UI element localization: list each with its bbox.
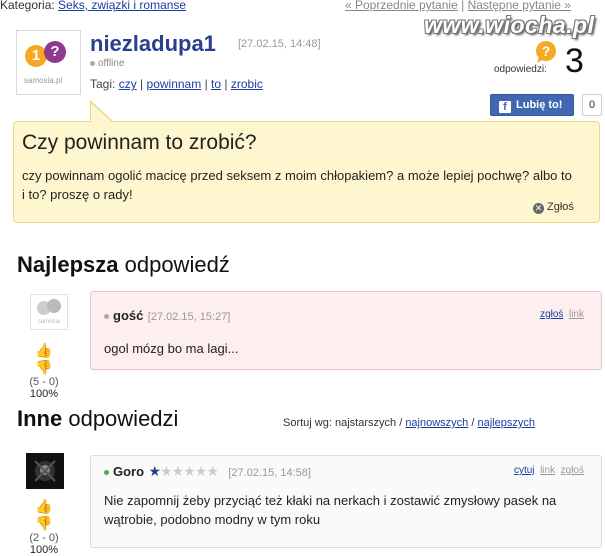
sort-newest-link[interactable]: najnowszych xyxy=(405,417,468,429)
sort-best-link[interactable]: najlepszych xyxy=(477,417,534,429)
answer-author-name: Goro xyxy=(113,464,145,479)
question-date: [27.02.15, 14:48] xyxy=(238,38,321,50)
other-heading-bold: Inne xyxy=(17,406,63,431)
sort-oldest: najstarszych xyxy=(334,417,397,429)
category-link[interactable]: Seks, związki i romanse xyxy=(58,0,186,12)
answer-links: cytuj link zgłoś xyxy=(514,465,584,476)
category-breadcrumb: Kategoria: Seks, związki i romanse xyxy=(0,0,186,12)
tags-label: Tagi: xyxy=(90,77,116,91)
star-empty-icon: ★ xyxy=(160,463,173,479)
sort-separator: / xyxy=(399,417,403,429)
vote-buttons: 👍👎 xyxy=(21,498,67,532)
best-answer-text: ogol mózg bo ma lagi... xyxy=(104,341,239,356)
status-dot-icon xyxy=(104,470,109,476)
report-label: Zgłoś xyxy=(547,201,574,213)
sort-controls: Sortuj wg: najstarszych / najnowszych / … xyxy=(283,417,535,429)
question-author[interactable]: niezladupa1 xyxy=(90,31,216,57)
other-answer-text: Nie zapomnij żeby przyciąć też kłaki na … xyxy=(104,493,557,527)
nav-separator: | xyxy=(461,0,465,12)
sort-label: Sortuj wg: xyxy=(283,417,332,429)
answer-date: [27.02.15, 15:27] xyxy=(147,311,231,323)
best-answer-votes: 👍👎 (5 - 0) 100% xyxy=(21,342,67,400)
answer-author[interactable]: gość xyxy=(104,308,143,323)
star-empty-icon: ★ xyxy=(183,463,196,479)
star-filled-icon: ★ xyxy=(148,463,162,479)
best-answer-header: gość [27.02.15, 15:27] zgłoś link xyxy=(104,307,584,325)
tag-separator: | xyxy=(224,77,228,91)
tag-link[interactable]: to xyxy=(211,77,221,91)
star-empty-icon: ★ xyxy=(206,463,219,479)
facebook-like-count: 0 xyxy=(582,94,602,116)
thumb-down-icon[interactable]: 👎 xyxy=(35,515,52,532)
goro-avatar[interactable] xyxy=(26,453,64,489)
vote-buttons: 👍👎 xyxy=(21,342,67,376)
tag-separator: | xyxy=(140,77,144,91)
answer-author-name: gość xyxy=(113,308,144,323)
thumb-up-icon[interactable]: 👍 xyxy=(35,342,52,359)
vote-score: (2 - 0) xyxy=(29,532,59,544)
status-dot-icon xyxy=(90,60,95,66)
thumb-down-icon[interactable]: 👎 xyxy=(35,359,52,376)
other-answer-header: Goro ★★★★★★ [27.02.15, 14:58] cytuj link… xyxy=(104,463,584,481)
question-body: czy powinnam ogolić macicę przed seksem … xyxy=(22,168,572,202)
other-heading-rest: odpowiedzi xyxy=(62,406,179,431)
other-answers-heading: Inne odpowiedzi xyxy=(17,406,178,432)
best-heading-rest: odpowiedź xyxy=(118,252,230,277)
svg-text:samosia: samosia xyxy=(38,319,61,325)
star-empty-icon: ★ xyxy=(171,463,185,479)
answers-icon: ? xyxy=(536,41,556,63)
thumb-up-icon[interactable]: 👍 xyxy=(35,498,52,515)
samosia-logo-icon: samosia xyxy=(37,299,61,325)
close-circle-icon: ✕ xyxy=(533,203,544,214)
question-nav: « Poprzednie pytanie | Następne pytanie … xyxy=(345,0,571,12)
quote-answer-link[interactable]: cytuj xyxy=(514,465,535,476)
tag-separator: | xyxy=(204,77,208,91)
star-empty-icon: ★ xyxy=(194,463,208,479)
other-answer-votes: 👍👎 (2 - 0) 100% xyxy=(21,498,67,556)
answer-links: zgłoś link xyxy=(540,309,584,320)
answers-count-label: odpowiedzi: xyxy=(494,64,547,75)
user-rating-stars: ★★★★★★ xyxy=(148,463,219,479)
tag-link[interactable]: zrobic xyxy=(231,77,263,91)
author-status: offline xyxy=(90,58,125,69)
svg-text:?: ? xyxy=(542,43,551,59)
answer-permalink[interactable]: link xyxy=(540,465,555,476)
best-heading-bold: Najlepsza xyxy=(17,252,119,277)
answer-date: [27.02.15, 14:58] xyxy=(228,467,311,479)
facebook-like-label: Lubię to! xyxy=(516,99,563,111)
vote-percent: 100% xyxy=(29,544,59,556)
tags-row: Tagi: czy | powinnam | to | zrobic xyxy=(90,77,263,91)
vote-score: (5 - 0) xyxy=(29,376,59,388)
facebook-icon: f xyxy=(499,101,511,113)
category-label: Kategoria: xyxy=(0,0,55,12)
report-answer-link[interactable]: zgłoś xyxy=(540,309,563,320)
creature-avatar-icon xyxy=(34,460,56,482)
status-dot-icon xyxy=(104,314,109,320)
sort-separator: / xyxy=(471,417,475,429)
tag-link[interactable]: czy xyxy=(119,77,137,91)
question-bubble-tail-inner xyxy=(91,103,112,122)
prev-question-link[interactable]: « Poprzednie pytanie xyxy=(345,0,458,12)
best-answer-box xyxy=(90,291,602,370)
best-answer-avatar[interactable]: samosia xyxy=(30,294,68,330)
vote-percent: 100% xyxy=(29,388,59,400)
report-answer-link[interactable]: zgłoś xyxy=(561,465,584,476)
status-text: offline xyxy=(98,58,125,69)
site-watermark: www.wiocha.pl xyxy=(424,12,595,38)
logo-text: samosia.pl xyxy=(24,76,63,85)
report-question-link[interactable]: ✕ Zgłoś xyxy=(533,201,574,214)
answers-count: 3 xyxy=(565,42,584,80)
answer-permalink[interactable]: link xyxy=(569,309,584,320)
next-question-link[interactable]: Następne pytanie » xyxy=(468,0,571,12)
question-title: Czy powinnam to zrobić? xyxy=(22,131,257,154)
logo-bubble-purple: ? xyxy=(44,41,66,63)
user-avatar[interactable]: 1 ? samosia.pl xyxy=(16,30,81,95)
answer-author[interactable]: Goro xyxy=(104,464,144,479)
best-answer-heading: Najlepsza odpowiedź xyxy=(17,252,230,278)
facebook-like-button[interactable]: f Lubię to! xyxy=(490,94,574,116)
tag-link[interactable]: powinnam xyxy=(147,77,202,91)
